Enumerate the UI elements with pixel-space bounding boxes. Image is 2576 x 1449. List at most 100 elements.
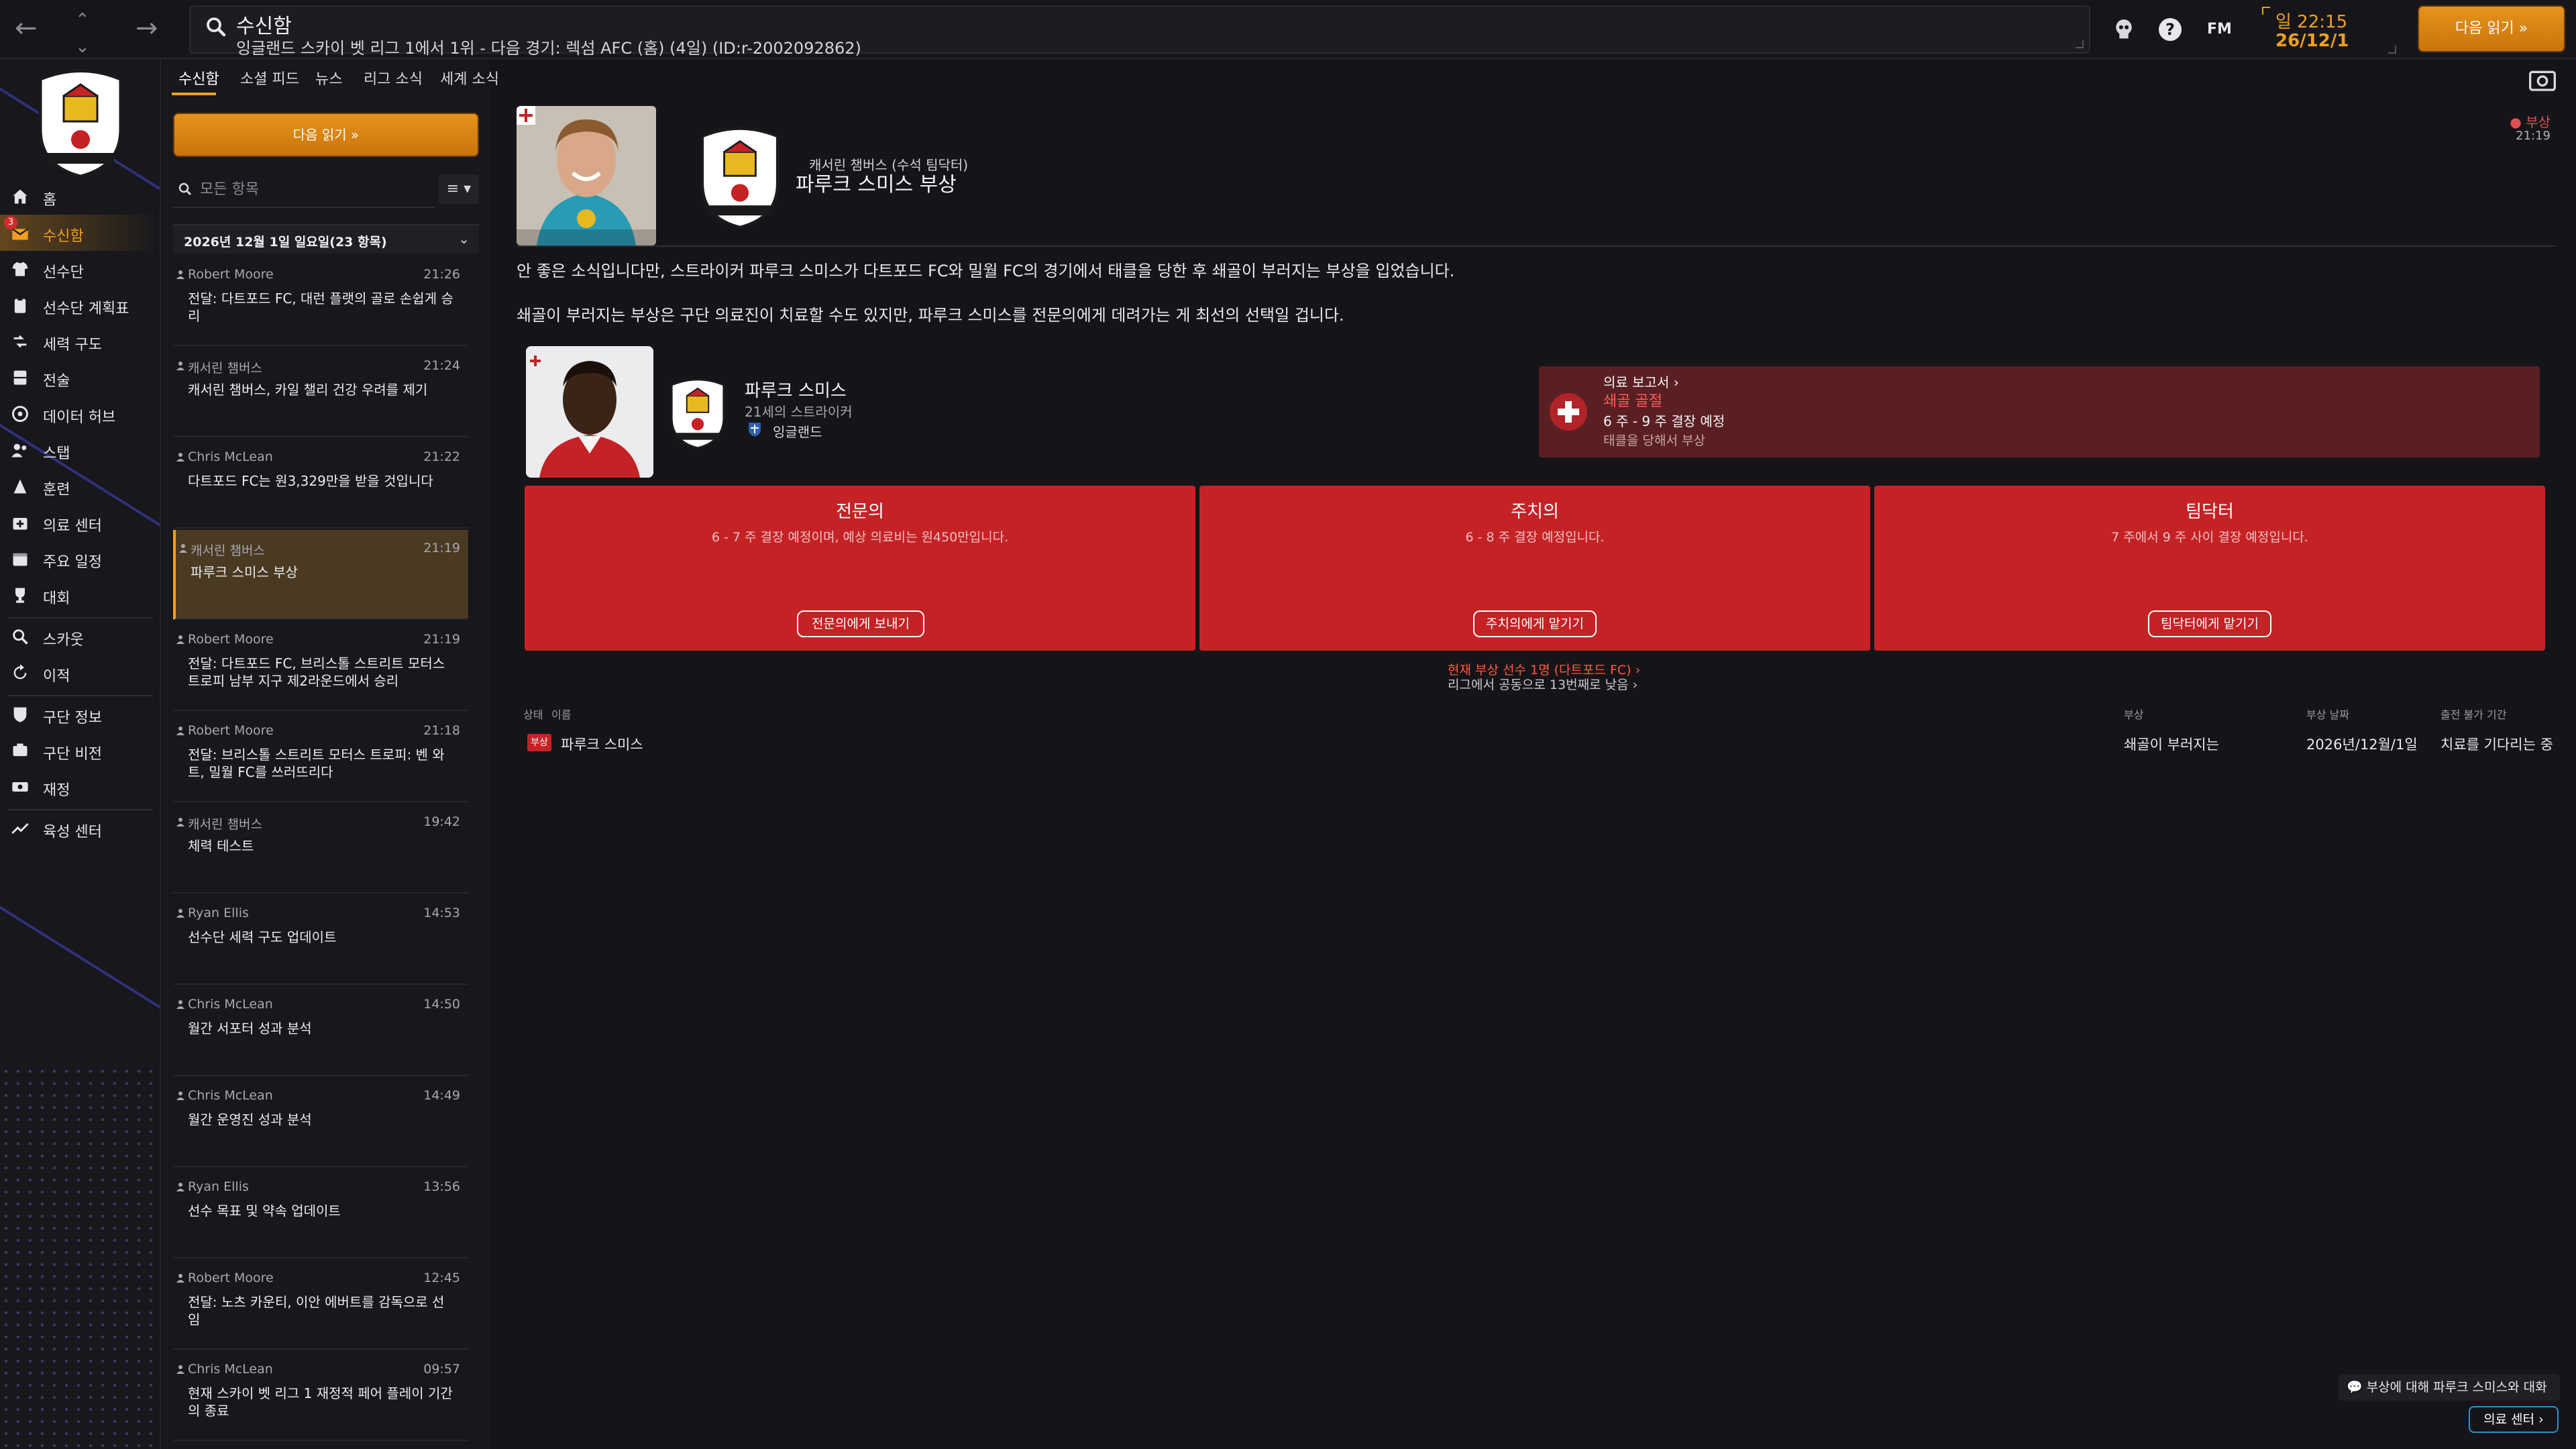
page-subtitle: 잉글랜드 스카이 벳 리그 1에서 1위 - 다음 경기: 렉섬 AFC (홈)… — [236, 39, 861, 58]
date-group-header[interactable]: 2026년 12월 1일 일요일(23 항목) ⌄ — [173, 224, 479, 254]
club-crest[interactable] — [27, 66, 134, 180]
option-description: 7 주에서 9 주 사이 결장 예정입니다. — [2111, 530, 2308, 545]
message-sender: Robert Moore — [188, 267, 274, 282]
sidebar-item-home[interactable]: 홈 — [0, 178, 160, 215]
skull-icon[interactable] — [2110, 16, 2137, 43]
previous-item-icon[interactable]: ⌃ — [75, 7, 90, 34]
sidebar-item-squad-planner[interactable]: 선수단 계획표 — [0, 287, 160, 323]
continue-button[interactable]: 다음 읽기 » — [2418, 5, 2565, 52]
sidebar-item-staff[interactable]: 스탭 — [0, 432, 160, 468]
message-item[interactable]: Robert Moore 21:18 전달: 브리스톨 스트리트 모터스 트로피… — [173, 712, 468, 802]
tab-world-news[interactable]: 세계 소식 — [440, 67, 499, 89]
column-header-name[interactable]: 이름 — [551, 706, 571, 722]
message-item[interactable]: Robert Moore 12:45 전달: 노츠 카운티, 이안 에버트를 감… — [173, 1260, 468, 1350]
sidebar-item-scouting[interactable]: 스카웃 — [0, 619, 160, 655]
england-badge-icon — [749, 423, 761, 437]
tab-league-news[interactable]: 리그 소식 — [364, 67, 423, 89]
tab-inbox[interactable]: 수신함 — [178, 67, 219, 89]
sidebar-item-transfers[interactable]: 이적 — [0, 655, 160, 691]
sender-photo[interactable] — [517, 106, 656, 246]
club-crest[interactable] — [663, 374, 733, 452]
player-name-link[interactable]: 파루크 스미스 — [745, 377, 847, 402]
sidebar-item-competitions[interactable]: 대회 — [0, 577, 160, 613]
message-item[interactable]: 캐서린 챔버스 21:24 캐서린 챔버스, 카일 챌리 건강 우려를 제기 — [173, 347, 468, 437]
sidebar-item-squad[interactable]: 선수단 — [0, 251, 160, 287]
message-sender: 캐서린 챔버스 — [191, 543, 265, 558]
discuss-label: 부상에 대해 파루크 스미스와 대화 — [2366, 1380, 2547, 1395]
player-photo[interactable] — [526, 346, 653, 478]
sidebar-item-club-info[interactable]: 구단 정보 — [0, 696, 160, 733]
message-sender: Robert Moore — [188, 723, 274, 738]
sidebar-item-club-vision[interactable]: 구단 비전 — [0, 733, 160, 769]
column-header-status[interactable]: 상태 — [523, 706, 543, 722]
medical-report-panel[interactable]: 의료 보고서 › 쇄골 골절 6 주 - 9 주 결장 예정 태클을 당해서 부… — [1539, 366, 2540, 458]
sidebar-item-inbox[interactable]: 3 수신함 — [0, 215, 160, 251]
next-item-icon[interactable]: ⌄ — [75, 34, 90, 60]
message-subject: 현재 스카이 벳 리그 1 재정적 페어 플레이 기간의 종료 — [188, 1385, 453, 1419]
medical-report-link[interactable]: 의료 보고서 › — [1603, 372, 1679, 391]
sidebar-item-label: 이적 — [43, 668, 70, 685]
sidebar-item-training[interactable]: 훈련 — [0, 468, 160, 504]
message-paragraph: 안 좋은 소식입니다만, 스트라이커 파루크 스미스가 다트포드 FC와 밀월 … — [517, 262, 1455, 280]
screenshot-icon[interactable] — [2529, 68, 2556, 91]
message-item[interactable]: Chris McLean 09:57 현재 스카이 벳 리그 1 재정적 페어 … — [173, 1351, 468, 1441]
club-info-icon — [13, 707, 27, 722]
message-time: 13:56 — [423, 1179, 460, 1194]
leave-to-team-doctor-button[interactable]: 팀닥터에게 맡기기 — [2148, 610, 2271, 637]
forward-arrow-icon[interactable]: → — [136, 15, 158, 42]
message-subject: 다트포드 FC는 원3,329만을 받을 것입니다 — [188, 473, 433, 489]
message-item[interactable]: Robert Moore 21:19 전달: 다트포드 FC, 브리스톨 스트리… — [173, 621, 468, 711]
discuss-injury-button[interactable]: 💬 부상에 대해 파루크 스미스와 대화 — [2339, 1374, 2560, 1401]
tab-social-feed[interactable]: 소셜 피드 — [240, 67, 299, 89]
club-crest[interactable] — [690, 123, 790, 231]
message-item-selected[interactable]: 캐서린 챔버스 21:19 파루크 스미스 부상 — [173, 530, 468, 620]
player-name-link[interactable]: 파루크 스미스 — [561, 734, 643, 754]
shirt-icon — [12, 262, 28, 276]
sidebar-item-development-centre[interactable]: 육성 센터 — [0, 810, 160, 847]
message-item[interactable]: 캐서린 챔버스 19:42 체력 테스트 — [173, 804, 468, 894]
help-icon[interactable]: ? — [2159, 18, 2182, 41]
fm-logo[interactable]: FM — [2207, 16, 2237, 43]
person-icon — [176, 727, 184, 735]
medical-centre-button[interactable]: 의료 센터 › — [2469, 1406, 2559, 1433]
medical-cross-icon — [1550, 393, 1587, 431]
option-description: 6 - 8 주 결장 예정입니다. — [1465, 530, 1605, 545]
message-subject: 전달: 브리스톨 스트리트 모터스 트로피: 벤 와트, 밀월 FC를 쓰러뜨리… — [188, 747, 445, 780]
sidebar-item-tactics[interactable]: 전술 — [0, 360, 160, 396]
player-nationality[interactable]: 잉글랜드 — [773, 421, 822, 441]
column-header-date[interactable]: 부상 날짜 — [2306, 706, 2349, 722]
sidebar-item-dynamics[interactable]: 세력 구도 — [0, 323, 160, 360]
search-input[interactable] — [200, 177, 428, 201]
sidebar-item-data-hub[interactable]: 데이터 허브 — [0, 396, 160, 432]
message-category-tag: ● 부상 — [2510, 114, 2551, 130]
league-injury-rank-link[interactable]: 리그에서 공동으로 13번째로 낮음 › — [1448, 675, 1638, 693]
person-icon — [176, 818, 184, 826]
message-item[interactable]: Ryan Ellis 14:53 선수단 세력 구도 업데이트 — [173, 895, 468, 985]
message-item[interactable]: Chris McLean 14:50 월간 서포터 성과 분석 — [173, 986, 468, 1076]
page-address-box[interactable]: 수신함 잉글랜드 스카이 벳 리그 1에서 1위 - 다음 경기: 렉섬 AFC… — [189, 5, 2090, 58]
table-row[interactable]: 부상 파루크 스미스 쇄골이 부러지는 2026년/12월/1일 치료를 기다리… — [523, 729, 2556, 758]
message-item[interactable]: Chris McLean 21:22 다트포드 FC는 원3,329만을 받을 … — [173, 439, 468, 529]
back-arrow-icon[interactable]: ← — [15, 15, 38, 42]
column-header-period[interactable]: 출전 불가 기간 — [2440, 706, 2507, 722]
message-item[interactable]: Chris McLean 14:49 월간 운영진 성과 분석 — [173, 1077, 468, 1167]
filter-menu-button[interactable]: ≡ ▾ — [439, 174, 479, 204]
training-icon — [13, 479, 27, 494]
message-title: 파루크 스미스 부상 — [796, 173, 957, 197]
message-time: 12:45 — [423, 1271, 460, 1285]
option-title: 주치의 — [1511, 502, 1559, 522]
sidebar-item-label: 구단 비전 — [43, 746, 102, 763]
read-next-button[interactable]: 다음 읽기 » — [173, 113, 479, 157]
leave-to-physio-button[interactable]: 주치의에게 맡기기 — [1473, 610, 1597, 637]
send-to-specialist-button[interactable]: 전문의에게 보내기 — [797, 610, 924, 637]
sidebar-item-schedule[interactable]: 주요 일정 — [0, 541, 160, 577]
tab-news[interactable]: 뉴스 — [315, 67, 342, 89]
message-time: 19:42 — [423, 814, 460, 829]
message-item[interactable]: Ryan Ellis 13:56 선수 목표 및 약속 업데이트 — [173, 1169, 468, 1258]
message-item[interactable]: Robert Moore 21:26 전달: 다트포드 FC, 대런 플랫의 골… — [173, 256, 468, 346]
sidebar-item-medical-centre[interactable]: 의료 센터 — [0, 504, 160, 541]
sidebar-item-finances[interactable]: 재정 — [0, 769, 160, 805]
column-header-injury[interactable]: 부상 — [2124, 706, 2143, 722]
option-title: 팀닥터 — [2186, 502, 2234, 522]
game-clock[interactable]: 일 22:15 26/12/1 — [2262, 7, 2396, 54]
